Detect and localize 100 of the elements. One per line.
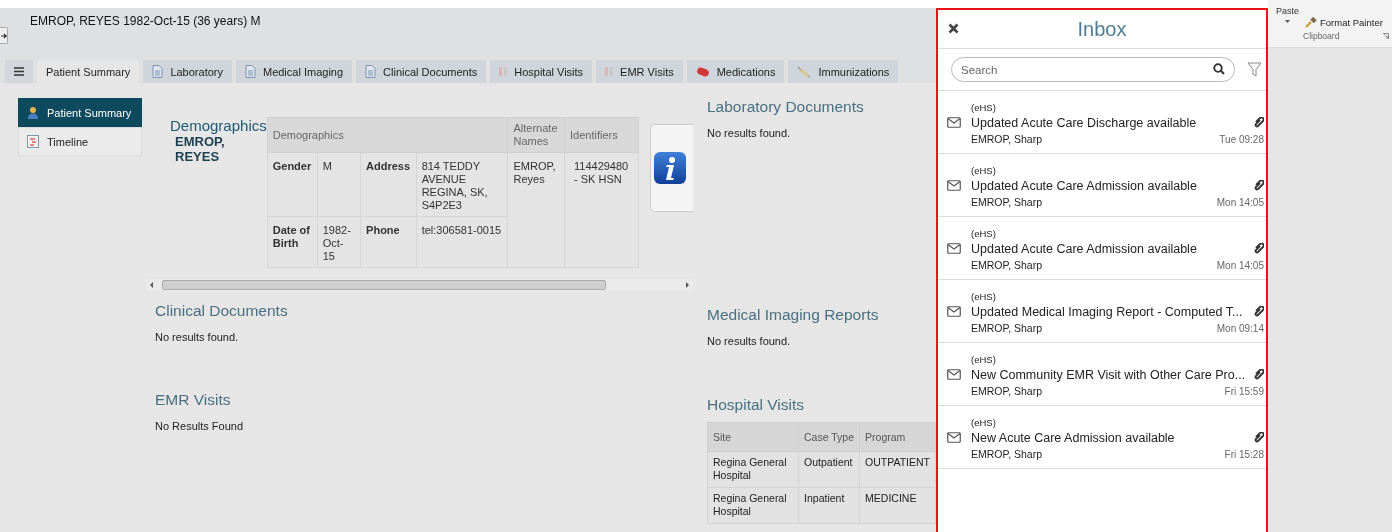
tab[interactable]: Immunizations <box>788 60 899 83</box>
table-cell: OUTPATIENT <box>859 451 936 488</box>
section-heading: EMR Visits <box>155 391 231 409</box>
field-label: Address <box>360 152 417 217</box>
tab[interactable]: EMR Visits <box>596 60 683 83</box>
message-source: (eHS) <box>971 290 996 302</box>
section-heading: Hospital Visits <box>707 396 805 414</box>
close-button[interactable] <box>948 23 959 34</box>
section-heading: Laboratory Documents <box>707 98 864 116</box>
envelope-icon <box>947 180 961 192</box>
field-label: Date of Birth <box>267 216 318 268</box>
panel-toggle-button[interactable] <box>0 27 8 44</box>
bars-icon <box>605 67 614 76</box>
patient-title: EMROP, REYES 1982-Oct-15 (36 years) M <box>30 14 261 28</box>
message-item[interactable]: (eHS) New Community EMR Visit with Other Care Pro... EMROP, Sharp Fri 15:59 <box>938 343 1266 406</box>
bars-icon <box>499 67 508 76</box>
message-source: (eHS) <box>971 416 996 428</box>
table-cell: Inpatient <box>798 487 860 524</box>
message-subject: Updated Medical Imaging Report - Computed T... <box>971 305 1243 319</box>
field-value: M <box>317 152 361 217</box>
message-sender: EMROP, Sharp <box>971 322 1042 335</box>
message-source: (eHS) <box>971 101 996 113</box>
menu-icon[interactable] <box>14 67 24 76</box>
message-subject: New Community EMR Visit with Other Care Pro... <box>971 368 1246 382</box>
pill-icon <box>695 66 710 77</box>
document-icon <box>152 65 164 78</box>
section-heading: Medical Imaging Reports <box>707 306 879 324</box>
tab[interactable]: Medical Imaging <box>235 60 353 83</box>
message-subject: Updated Acute Care Admission available <box>971 242 1197 256</box>
tab[interactable]: Medications <box>686 60 785 83</box>
message-subject: Updated Acute Care Admission available <box>971 179 1197 193</box>
message-time: Mon 14:05 <box>1216 196 1264 208</box>
column-header: Case Type <box>798 422 860 452</box>
message-time: Tue 09:28 <box>1219 133 1264 145</box>
right-arrow-icon[interactable] <box>684 282 690 288</box>
timeline-icon <box>27 135 39 148</box>
empty-message: No Results Found <box>155 420 244 432</box>
message-item[interactable]: (eHS) Updated Medical Imaging Report - Computed T... EMROP, Sharp Mon 09:14 <box>938 280 1266 343</box>
message-subject: New Acute Care Admission available <box>971 431 1175 445</box>
message-time: Mon 09:14 <box>1216 322 1264 334</box>
section-heading: Clinical Documents <box>155 302 288 320</box>
left-arrow-icon[interactable] <box>149 282 155 288</box>
launcher-icon[interactable] <box>1383 33 1389 39</box>
group-label: Clipboard <box>1303 31 1340 41</box>
document-icon <box>244 65 256 78</box>
table-cell: Outpatient <box>798 451 860 488</box>
format-painter-button[interactable]: Format Painter <box>1305 16 1383 29</box>
message-time: Fri 15:59 <box>1224 385 1264 397</box>
search-field[interactable]: Search <box>951 57 1235 82</box>
column-header: Identifiers <box>564 117 639 153</box>
empty-message: No results found. <box>155 331 239 343</box>
syringe-icon <box>797 65 812 78</box>
empty-message: No results found. <box>707 335 791 347</box>
column-header: Demographics <box>267 117 508 153</box>
search-icon[interactable] <box>1213 63 1225 75</box>
tab[interactable]: Patient Summary <box>37 60 140 83</box>
person-icon <box>27 106 39 119</box>
tab[interactable]: Laboratory <box>143 60 232 83</box>
message-item[interactable]: (eHS) New Acute Care Admission available EMROP, Sharp Fri 15:28 <box>938 406 1266 469</box>
message-item[interactable]: (eHS) Updated Acute Care Admission available EMROP, Sharp Mon 14:05 <box>938 217 1266 280</box>
message-sender: EMROP, Sharp <box>971 385 1042 398</box>
menu-button[interactable] <box>5 60 33 83</box>
arrow-icon <box>0 32 7 39</box>
message-sender: EMROP, Sharp <box>971 448 1042 461</box>
column-header: Alternate Names <box>507 117 565 153</box>
envelope-icon <box>947 117 961 129</box>
field-value: tel:306581-0015 <box>416 216 508 268</box>
field-label: Gender <box>267 152 318 217</box>
section-heading: Demographics <box>170 117 267 134</box>
envelope-icon <box>947 432 961 444</box>
message-time: Mon 14:05 <box>1216 259 1264 271</box>
info-icon <box>653 152 686 184</box>
message-time: Fri 15:28 <box>1224 448 1264 460</box>
tab[interactable]: Clinical Documents <box>356 60 487 83</box>
field-value: 814 TEDDY AVENUE REGINA, SK, S4P2E3 <box>416 152 508 217</box>
panel-title: Inbox <box>1077 17 1127 41</box>
document-icon <box>365 65 377 78</box>
table-cell: MEDICINE <box>859 487 936 524</box>
paste-button[interactable]: Paste <box>1276 6 1299 16</box>
column-header: Program <box>859 422 936 452</box>
envelope-icon <box>947 243 961 255</box>
tab[interactable]: Hospital Visits <box>490 60 593 83</box>
field-label: Phone <box>360 216 417 268</box>
field-value: 1982-Oct-15 <box>317 216 361 268</box>
message-item[interactable]: (eHS) Updated Acute Care Admission available EMROP, Sharp Mon 14:05 <box>938 154 1266 217</box>
message-source: (eHS) <box>971 164 996 176</box>
patient-name: EMROP, REYES <box>174 134 226 164</box>
sidebar-item[interactable]: Patient Summary <box>18 98 142 127</box>
table-cell: Regina General Hospital <box>707 487 799 524</box>
sidebar-item[interactable]: Timeline <box>18 127 142 156</box>
message-item[interactable]: (eHS) Updated Acute Care Discharge available EMROP, Sharp Tue 09:28 <box>938 91 1266 154</box>
message-sender: EMROP, Sharp <box>971 133 1042 146</box>
caret-icon[interactable] <box>1285 20 1290 23</box>
table-cell: 114429480 - SK HSN <box>564 152 639 268</box>
message-sender: EMROP, Sharp <box>971 259 1042 272</box>
filter-icon[interactable] <box>1247 62 1262 77</box>
message-source: (eHS) <box>971 353 996 365</box>
column-header: Site <box>707 422 799 452</box>
brush-icon <box>1305 17 1317 28</box>
envelope-icon <box>947 369 961 381</box>
